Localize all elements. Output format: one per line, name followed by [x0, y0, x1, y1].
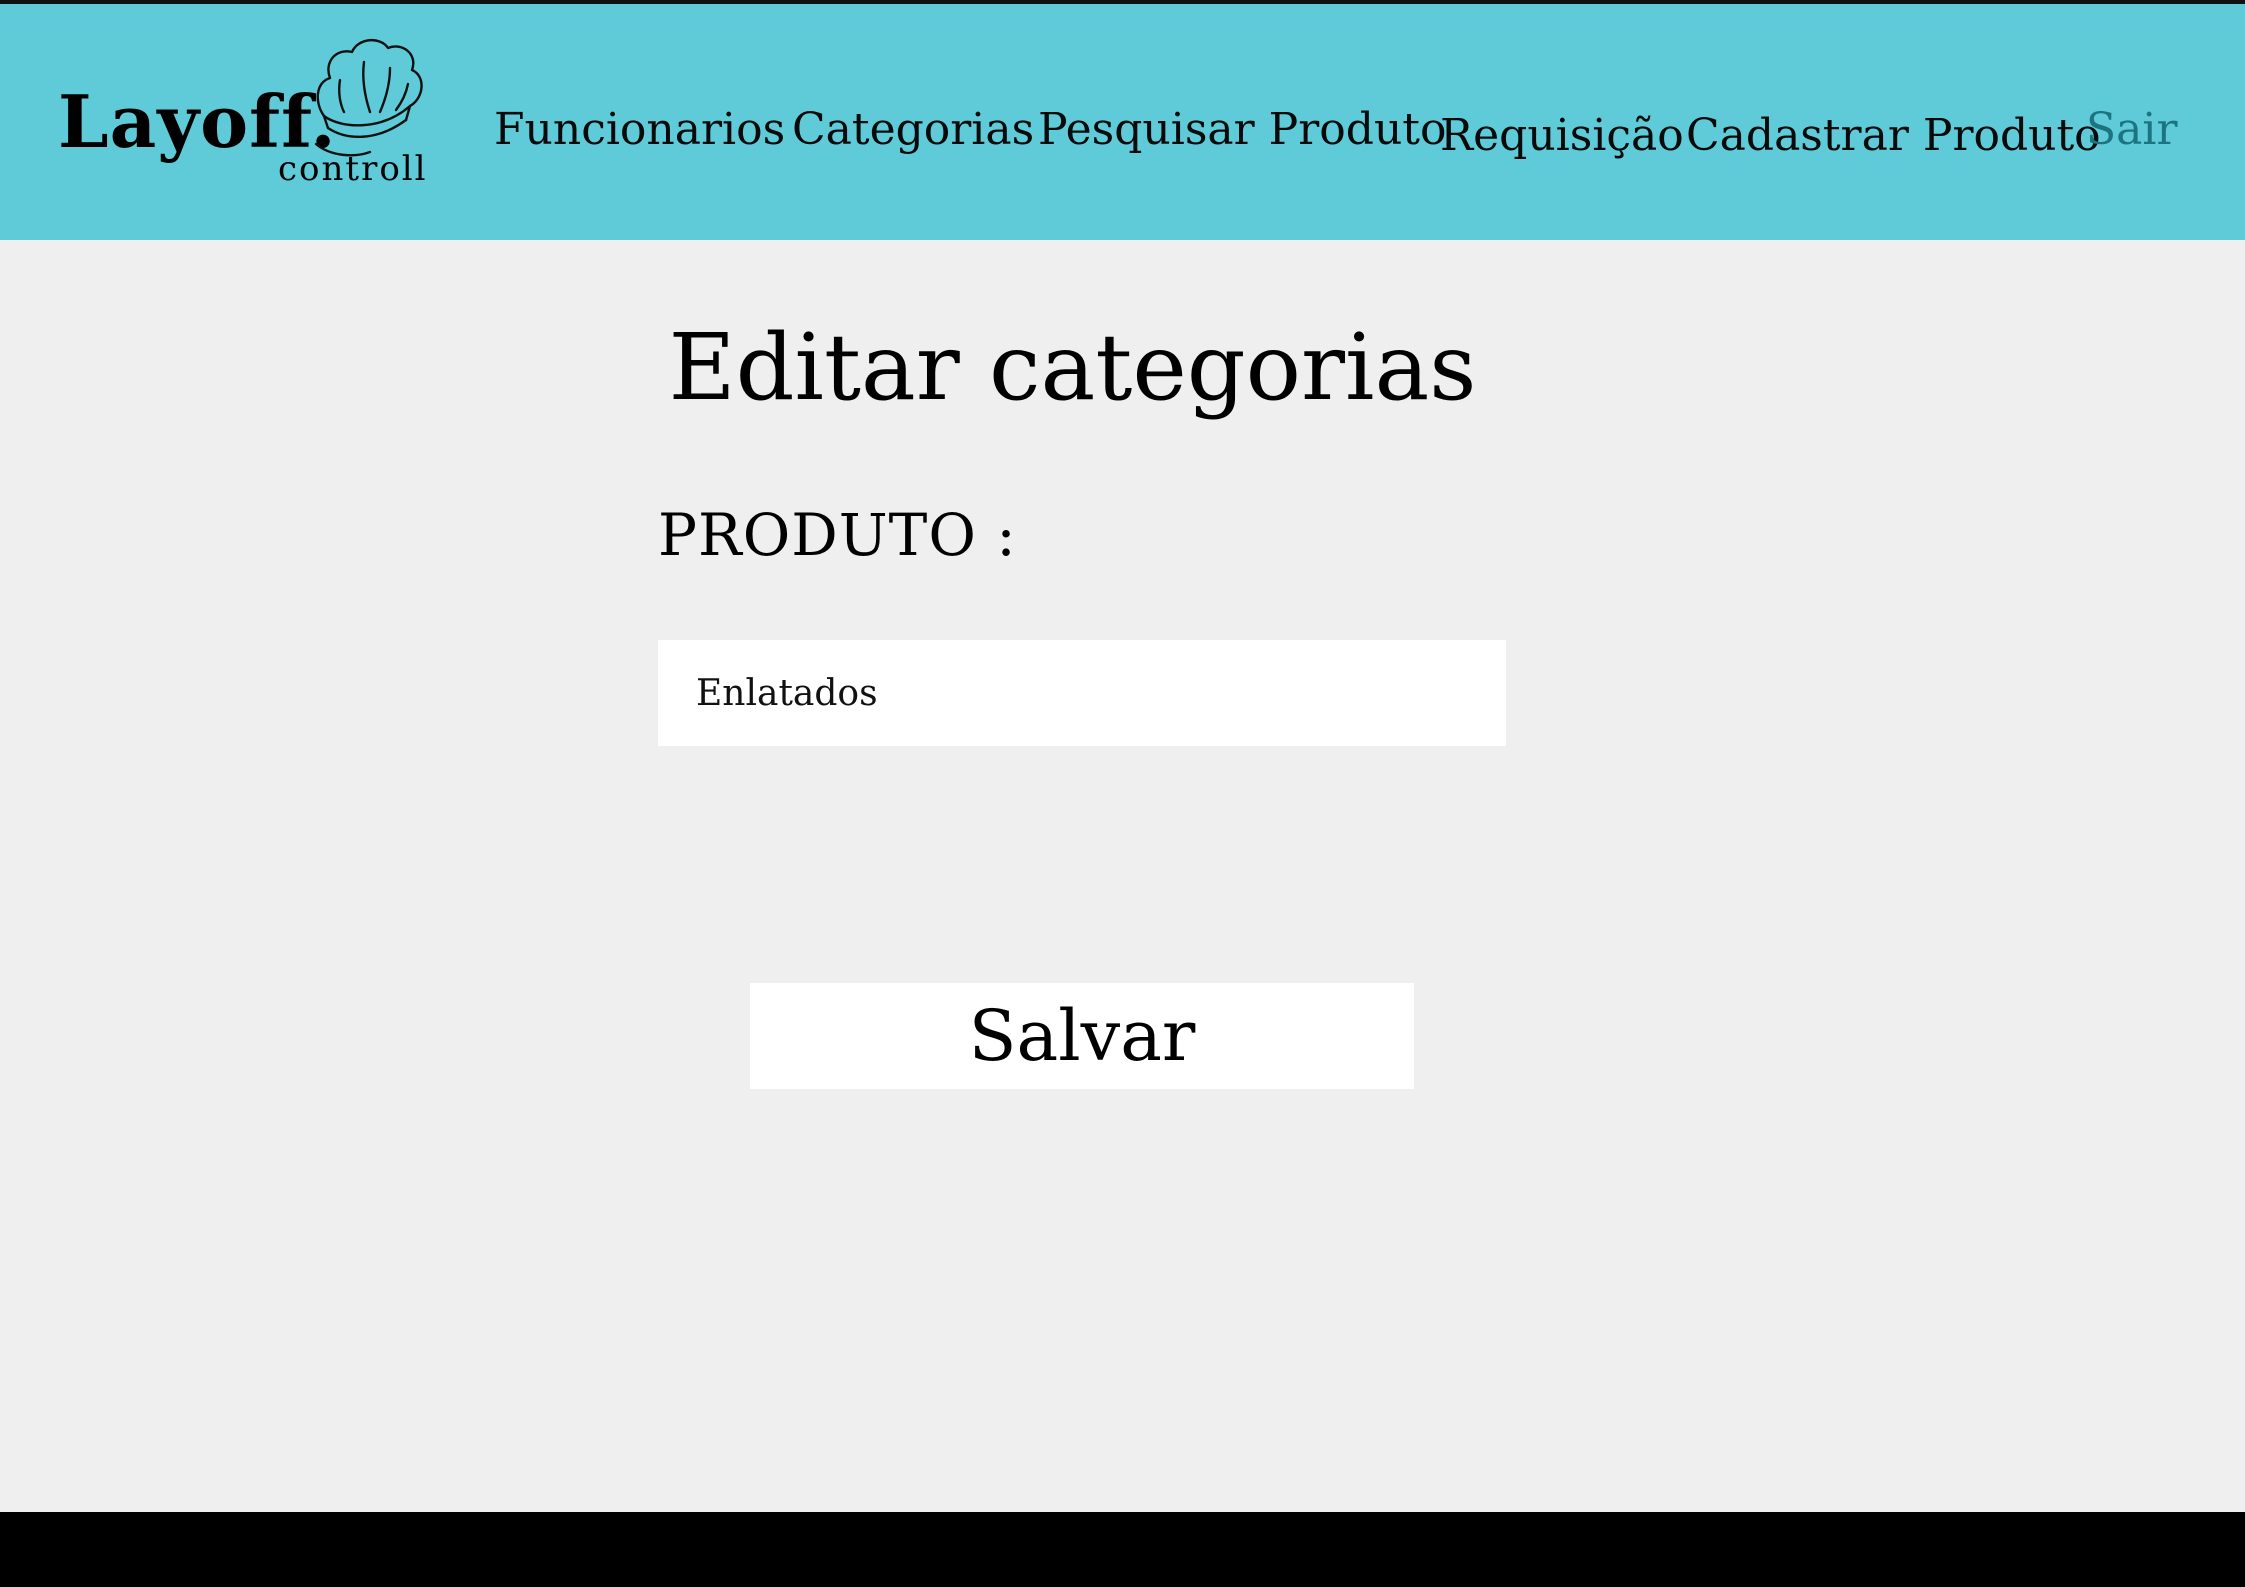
- footer-bar: [0, 1512, 2245, 1587]
- nav-funcionarios[interactable]: Funcionarios: [494, 108, 785, 152]
- categoria-input[interactable]: [658, 640, 1506, 746]
- logo[interactable]: Layoff. controll: [58, 26, 438, 186]
- logo-name: Layoff.: [58, 79, 337, 164]
- nav-cadastrar-produto[interactable]: Cadastrar Produto: [1686, 114, 2101, 158]
- nav-requisicao[interactable]: Requisição: [1440, 114, 1684, 158]
- nav-sair[interactable]: Sair: [2086, 108, 2177, 152]
- save-button[interactable]: Salvar: [750, 983, 1414, 1089]
- top-nav-bar: Layoff. controll Funcionarios Categorias…: [0, 4, 2245, 240]
- nav-pesquisar-produto[interactable]: Pesquisar Produto: [1038, 108, 1446, 152]
- page-title: Editar categorias: [668, 314, 1477, 421]
- chef-hat-icon: [314, 39, 423, 157]
- produto-label: PRODUTO :: [658, 501, 1017, 569]
- nav-categorias[interactable]: Categorias: [792, 108, 1034, 152]
